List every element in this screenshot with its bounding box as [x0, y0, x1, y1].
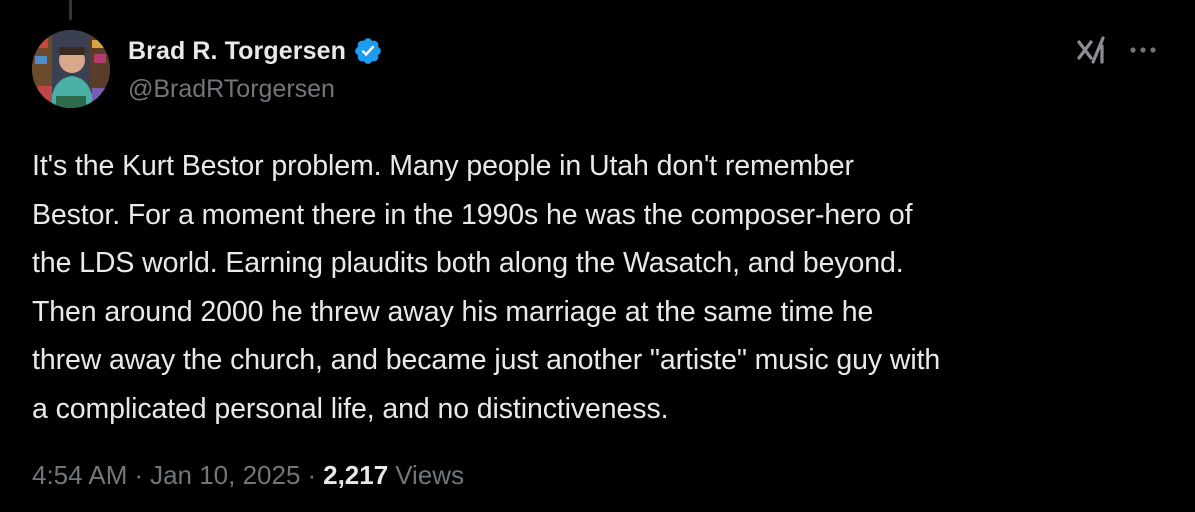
meta-separator: · [134, 460, 144, 490]
author-handle[interactable]: @BradRTorgersen [128, 75, 335, 104]
verified-badge-icon [353, 36, 383, 66]
avatar[interactable] [32, 30, 110, 108]
grok-icon[interactable] [1073, 32, 1109, 68]
avatar-image [32, 30, 110, 108]
thread-connector-line [69, 0, 72, 20]
views-label[interactable]: Views [395, 460, 464, 491]
author-display-name[interactable]: Brad R. Torgersen [128, 37, 346, 66]
views-count[interactable]: 2,217 [323, 460, 388, 491]
meta-separator: · [307, 460, 317, 490]
tweet-card: Brad R. Torgersen @BradRTorgersen It's t… [0, 0, 1195, 512]
tweet-time[interactable]: 4:54 AM [32, 460, 127, 491]
more-options-icon[interactable] [1126, 36, 1160, 64]
tweet-date[interactable]: Jan 10, 2025 [150, 460, 300, 491]
tweet-text: It's the Kurt Bestor problem. Many peopl… [32, 150, 941, 425]
author-name-row[interactable]: Brad R. Torgersen [128, 34, 383, 68]
tweet-metadata: 4:54 AM · Jan 10, 2025 · 2,217 Views [32, 460, 464, 491]
